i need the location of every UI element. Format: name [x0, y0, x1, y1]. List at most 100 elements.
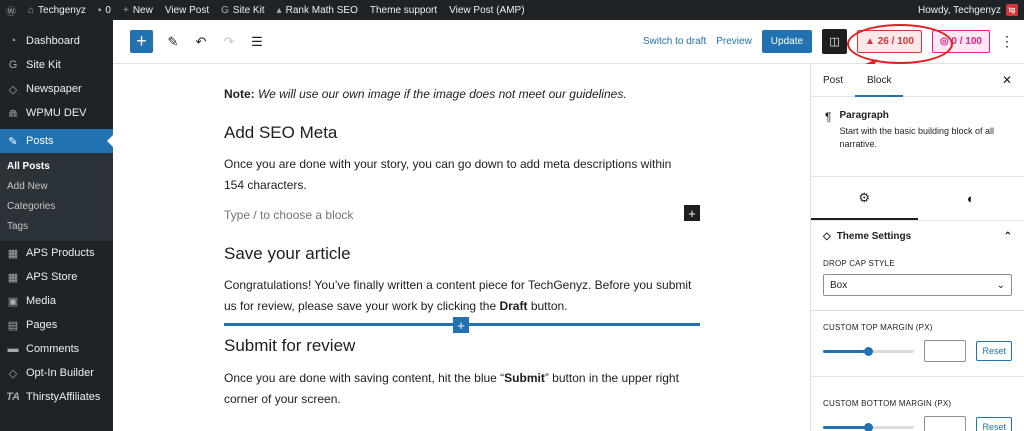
switch-to-draft-button[interactable]: Switch to draft [643, 36, 706, 47]
sidebar-item-label: Comments [26, 343, 80, 355]
pencil-icon[interactable]: ✎ [165, 34, 181, 50]
sidebar-item-opt-in-builder[interactable]: ◇ Opt-In Builder [0, 361, 113, 385]
block-inserter-icon[interactable]: + [684, 205, 700, 221]
paragraph-submit-review[interactable]: Once you are done with saving content, h… [224, 368, 694, 410]
sidebar-item-aps-store[interactable]: ▦ APS Store [0, 265, 113, 289]
submenu-add-new[interactable]: Add New [0, 177, 113, 197]
comments-icon: ▬ [7, 343, 19, 355]
top-margin-slider-thumb[interactable] [864, 346, 874, 356]
contrast-icon: ◐ [966, 191, 975, 206]
add-block-button[interactable]: + [130, 30, 153, 53]
sidebar-item-dashboard[interactable]: ◔ Dashboard [0, 29, 113, 53]
drop-cap-value: Box [830, 279, 848, 291]
theme-support-label: Theme support [369, 4, 438, 16]
submenu-all-posts[interactable]: All Posts [0, 157, 113, 177]
rank-math-icon: ▴ [276, 4, 282, 16]
comments-link[interactable]: ▪ 0 [92, 0, 117, 20]
bottom-margin-reset-button[interactable]: Reset [976, 417, 1012, 431]
chevron-up-icon: ⌃ [1003, 230, 1012, 242]
styles-tab[interactable]: ◐ [918, 177, 1024, 220]
tab-block[interactable]: Block [855, 64, 904, 97]
site-name: Techgenyz [38, 4, 86, 16]
top-margin-input[interactable] [923, 340, 967, 362]
sidebar-item-label: WPMU DEV [26, 107, 87, 119]
sidebar-item-label: APS Store [26, 271, 78, 283]
list-view-icon[interactable]: ☰ [249, 34, 265, 50]
bottom-margin-input[interactable] [923, 416, 967, 431]
admin-sidebar: ◔ Dashboard G Site Kit ◇ Newspaper ⋒ WPMU DE… [0, 20, 113, 431]
new-link[interactable]: + New [117, 0, 159, 20]
view-post-link[interactable]: View Post [159, 0, 215, 20]
gear-icon: ⚙ [858, 189, 871, 205]
sidebar-item-pages[interactable]: ▤ Pages [0, 313, 113, 337]
howdy-text: Howdy, Techgenyz [917, 4, 1001, 16]
chevron-down-icon: ⌄ [996, 279, 1005, 291]
top-margin-control: Reset [811, 340, 1024, 362]
settings-panel: Post Block ✕ ¶ Paragraph Start with the … [810, 64, 1024, 431]
undo-icon[interactable]: ↶ [193, 34, 209, 50]
top-margin-reset-button[interactable]: Reset [976, 341, 1012, 361]
sidebar-item-aps-products[interactable]: ▦ APS Products [0, 241, 113, 265]
paragraph-save-article[interactable]: Congratulations! You’ve finally written … [224, 275, 694, 317]
account-menu[interactable]: Howdy, Techgenyz tg [918, 4, 1024, 16]
sidebar-item-thirstyaffiliates[interactable]: TA ThirstyAffiliates [0, 385, 113, 409]
bottom-margin-slider-thumb[interactable] [864, 422, 874, 431]
submenu-tags[interactable]: Tags [0, 217, 113, 237]
insert-block-icon[interactable]: + [453, 317, 469, 333]
close-icon[interactable]: ✕ [1002, 73, 1012, 87]
top-margin-label: CUSTOM TOP MARGIN (PX) [823, 323, 933, 332]
sidebar-item-site-kit[interactable]: G Site Kit [0, 53, 113, 77]
sidebar-item-label: ThirstyAffiliates [26, 391, 101, 403]
sidebar-item-wpmu-dev[interactable]: ⋒ WPMU DEV [0, 101, 113, 125]
view-post-amp-link[interactable]: View Post (AMP) [443, 0, 530, 20]
google-icon: G [221, 4, 229, 16]
posts-submenu: All Posts Add New Categories Tags [0, 153, 113, 241]
site-kit-link[interactable]: G Site Kit [215, 0, 270, 20]
tab-post[interactable]: Post [811, 64, 855, 97]
redo-icon[interactable]: ↷ [221, 34, 237, 50]
block-placeholder[interactable]: Type / to choose a block [224, 208, 353, 222]
sidebar-item-label: Posts [26, 135, 54, 147]
block-subtabs: ⚙ ◐ [811, 177, 1024, 221]
drop-cap-select[interactable]: Box ⌄ [823, 274, 1012, 296]
heading-submit-review[interactable]: Submit for review [224, 336, 355, 356]
preview-button[interactable]: Preview [716, 36, 752, 47]
heading-add-seo-meta[interactable]: Add SEO Meta [224, 123, 337, 143]
theme-settings-toggle[interactable]: ◇ Theme Settings ⌃ [811, 221, 1024, 251]
more-options-icon[interactable]: ⋮ [1000, 33, 1014, 50]
settings-sidebar-toggle[interactable]: ◫ [822, 29, 848, 54]
sidebar-item-label: Newspaper [26, 83, 82, 95]
settings-tab[interactable]: ⚙ [811, 177, 918, 220]
pin-icon: ✎ [8, 135, 18, 148]
media-icon: ▣ [7, 295, 19, 308]
para2-text-end: button. [527, 299, 568, 313]
wordpress-logo[interactable]: Ⓦ [0, 0, 22, 20]
sidebar-icon: ◫ [829, 36, 840, 48]
sidebar-item-label: Site Kit [26, 59, 61, 71]
site-kit-label: Site Kit [232, 4, 265, 16]
site-name-link[interactable]: ⌂ Techgenyz [22, 0, 92, 20]
theme-support-link[interactable]: Theme support [364, 0, 443, 20]
ta-icon: TA [6, 391, 20, 403]
submenu-categories[interactable]: Categories [0, 197, 113, 217]
sidebar-item-newspaper[interactable]: ◇ Newspaper [0, 77, 113, 101]
bottom-margin-slider[interactable] [823, 422, 914, 431]
heading-save-article[interactable]: Save your article [224, 244, 351, 264]
paragraph-icon: ¶ [825, 110, 832, 124]
sidebar-item-media[interactable]: ▣ Media [0, 289, 113, 313]
sidebar-item-posts[interactable]: ✎ Posts [0, 129, 113, 153]
rank-math-link[interactable]: ▴ Rank Math SEO [271, 0, 364, 20]
admin-bar: Ⓦ ⌂ Techgenyz ▪ 0 + New View Post G Site Kit… [0, 0, 1024, 20]
top-margin-slider[interactable] [823, 346, 914, 356]
store-icon: ▦ [7, 271, 19, 284]
paragraph-seo-meta[interactable]: Once you are done with your story, you c… [224, 154, 694, 196]
note-paragraph[interactable]: Note: We will use our own image if the i… [224, 84, 694, 105]
update-button[interactable]: Update [761, 30, 813, 53]
sidebar-item-comments[interactable]: ▬ Comments [0, 337, 113, 361]
drop-cap-label: DROP CAP STYLE [823, 259, 895, 268]
wordpress-icon: Ⓦ [6, 6, 16, 18]
readability-score-text: 0 / 100 [951, 36, 982, 47]
panel-tabs: Post Block ✕ [811, 64, 1024, 97]
para2-text: Congratulations! You’ve finally written … [224, 278, 692, 313]
view-post-amp-label: View Post (AMP) [449, 4, 525, 16]
